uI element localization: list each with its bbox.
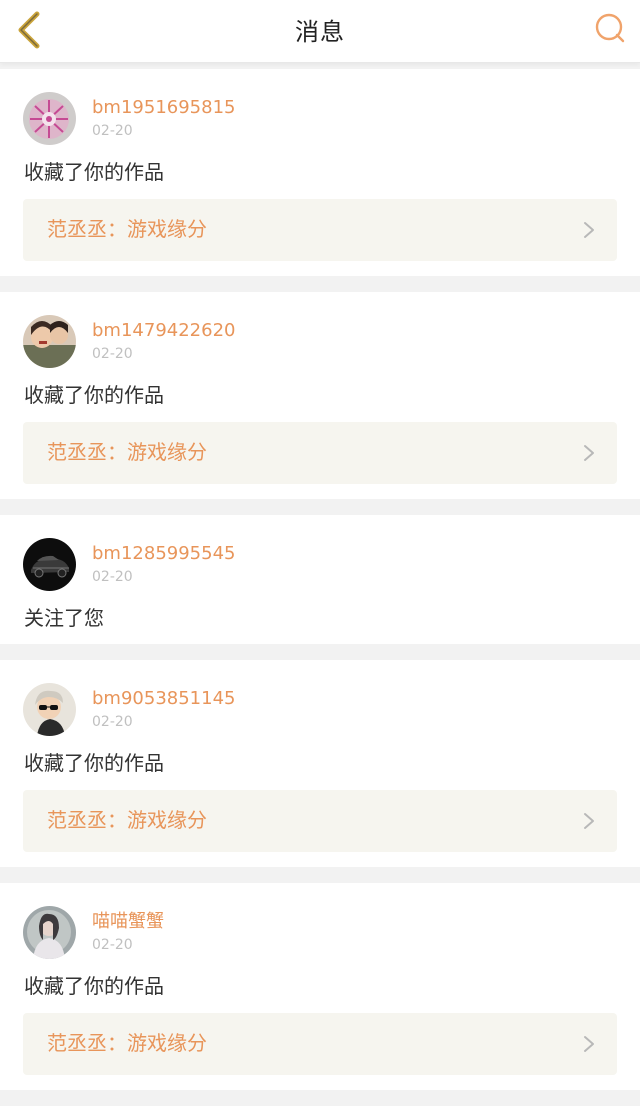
message-card: bm9053851145 02-20 收藏了你的作品 范丞丞：游戏缘分 — [0, 660, 640, 867]
work-link[interactable]: 范丞丞：游戏缘分 — [23, 199, 617, 261]
avatar[interactable] — [23, 906, 76, 959]
message-date: 02-20 — [92, 346, 133, 362]
work-title: 范丞丞：游戏缘分 — [47, 808, 207, 832]
woman-portrait-avatar-icon — [23, 906, 76, 959]
chevron-right-icon — [584, 445, 594, 461]
chevron-right-icon — [584, 222, 594, 238]
two-women-avatar-icon — [23, 315, 76, 368]
message-date: 02-20 — [92, 569, 133, 585]
action-text: 收藏了你的作品 — [24, 974, 164, 998]
avatar[interactable] — [23, 92, 76, 145]
search-icon — [595, 13, 625, 43]
message-date: 02-20 — [92, 123, 133, 139]
work-title: 范丞丞：游戏缘分 — [47, 440, 207, 464]
man-sunglasses-avatar-icon — [23, 683, 76, 736]
message-card: bm1285995545 02-20 关注了您 — [0, 515, 640, 644]
work-link[interactable]: 范丞丞：游戏缘分 — [23, 422, 617, 484]
action-text: 关注了您 — [24, 606, 104, 630]
avatar[interactable] — [23, 315, 76, 368]
top-bar: 消息 — [0, 0, 640, 63]
chevron-right-icon — [584, 813, 594, 829]
avatar[interactable] — [23, 683, 76, 736]
message-list: bm1951695815 02-20 收藏了你的作品 范丞丞：游戏缘分 bm14… — [0, 69, 640, 1106]
message-date: 02-20 — [92, 937, 133, 953]
search-button[interactable] — [592, 10, 628, 46]
flower-avatar-icon — [23, 92, 76, 145]
work-link[interactable]: 范丞丞：游戏缘分 — [23, 1013, 617, 1075]
message-card: 喵喵蟹蟹 02-20 收藏了你的作品 范丞丞：游戏缘分 — [0, 883, 640, 1090]
page-title: 消息 — [295, 18, 345, 46]
avatar[interactable] — [23, 538, 76, 591]
work-title: 范丞丞：游戏缘分 — [47, 217, 207, 241]
chevron-right-icon — [584, 1036, 594, 1052]
username[interactable]: 喵喵蟹蟹 — [92, 911, 164, 933]
action-text: 收藏了你的作品 — [24, 751, 164, 775]
username[interactable]: bm1285995545 — [92, 543, 235, 565]
action-text: 收藏了你的作品 — [24, 383, 164, 407]
work-link[interactable]: 范丞丞：游戏缘分 — [23, 790, 617, 852]
work-title: 范丞丞：游戏缘分 — [47, 1031, 207, 1055]
message-card: bm1951695815 02-20 收藏了你的作品 范丞丞：游戏缘分 — [0, 69, 640, 276]
username[interactable]: bm1479422620 — [92, 320, 235, 342]
message-card: bm1479422620 02-20 收藏了你的作品 范丞丞：游戏缘分 — [0, 292, 640, 499]
username[interactable]: bm9053851145 — [92, 688, 235, 710]
car-avatar-icon — [23, 538, 76, 591]
action-text: 收藏了你的作品 — [24, 160, 164, 184]
message-date: 02-20 — [92, 714, 133, 730]
username[interactable]: bm1951695815 — [92, 97, 235, 119]
